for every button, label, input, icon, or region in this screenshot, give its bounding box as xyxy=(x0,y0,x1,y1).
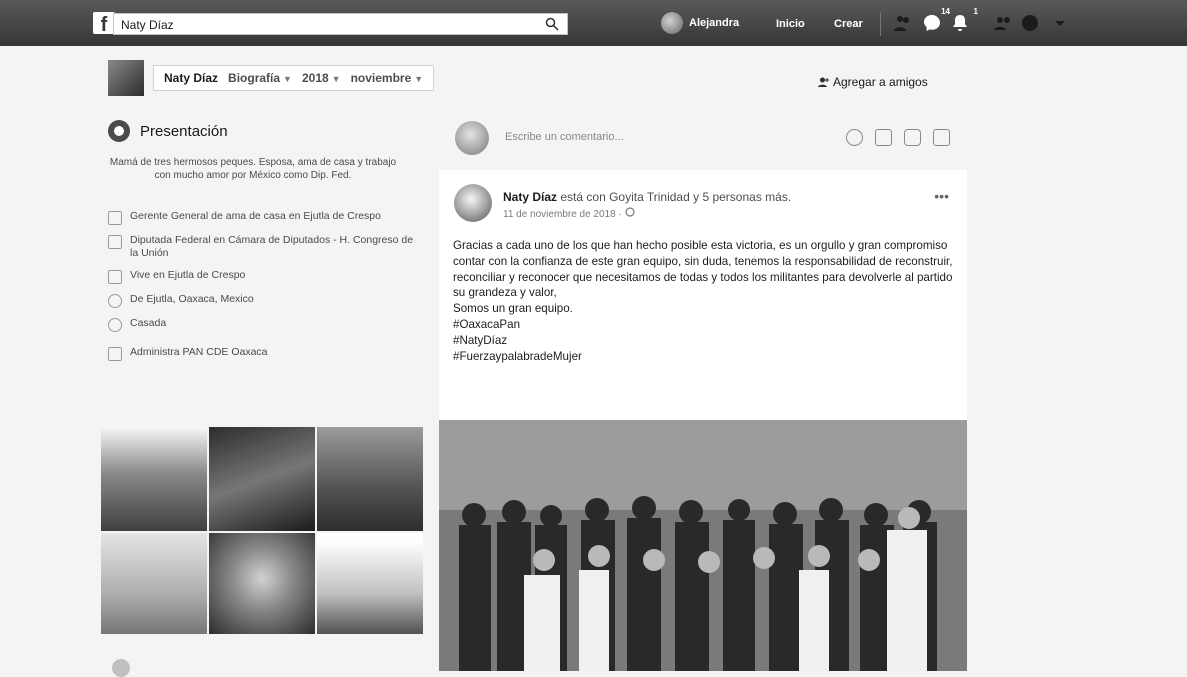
profile-thumbnail[interactable] xyxy=(108,60,144,96)
chevron-down-icon: ▼ xyxy=(331,74,341,84)
intro-item-lives: Vive en Ejutla de Crespo xyxy=(108,269,423,284)
briefcase-icon xyxy=(108,235,122,249)
post-photo[interactable] xyxy=(439,420,967,671)
home-link[interactable]: Inicio xyxy=(776,18,805,30)
chevron-down-icon: ▼ xyxy=(414,74,424,84)
add-friend-icon xyxy=(818,77,829,87)
add-friend-button[interactable]: Agregar a amigos xyxy=(818,75,928,89)
post-paragraph: Gracias a cada uno de los que han hecho … xyxy=(453,239,953,300)
breadcrumb: Naty Díaz Biografía ▼ 2018 ▼ noviembre ▼ xyxy=(153,65,435,91)
intro-item-from: De Ejutla, Oaxaca, Mexico xyxy=(108,293,423,308)
intro-item-work: Diputada Federal en Cámara de Diputados … xyxy=(108,234,423,260)
post-tagged-text[interactable]: está con Goyita Trinidad y 5 personas má… xyxy=(560,190,791,204)
intro-item-text[interactable]: Vive en Ejutla de Crespo xyxy=(130,269,245,284)
facebook-logo[interactable]: f xyxy=(93,12,115,34)
comment-input[interactable]: Escribe un comentario... xyxy=(505,131,624,143)
post-paragraph: Somos un gran equipo. xyxy=(453,302,573,316)
profile-name: Alejandra xyxy=(689,17,740,29)
heart-icon xyxy=(108,318,122,332)
flag-icon xyxy=(108,347,122,361)
post-author-name[interactable]: Naty Díaz xyxy=(503,190,557,204)
hashtag-link[interactable]: #FuerzaypalabradeMujer xyxy=(453,349,953,365)
intro-details-list: Gerente General de ama de casa en Ejutla… xyxy=(108,210,423,361)
search-input[interactable] xyxy=(119,16,533,34)
intro-item-text[interactable]: Gerente General de ama de casa en Ejutla… xyxy=(130,210,381,225)
photo-thumbnail[interactable] xyxy=(317,533,423,634)
notifications-icon[interactable]: 1 xyxy=(950,7,978,33)
year-select-label: 2018 xyxy=(301,71,329,85)
composer-tools xyxy=(846,129,950,146)
avatar xyxy=(455,121,489,155)
breadcrumb-profile-name[interactable]: Naty Díaz xyxy=(164,71,218,85)
photo-thumbnail[interactable] xyxy=(101,533,207,634)
top-navigation-bar: f Alejandra Inicio Crear 14 1 xyxy=(0,0,1187,46)
comment-composer: Escribe un comentario... xyxy=(455,117,960,159)
intro-item-text[interactable]: De Ejutla, Oaxaca, Mexico xyxy=(130,293,254,308)
intro-title: Presentación xyxy=(140,122,228,140)
intro-header: Presentación xyxy=(108,120,423,142)
section-icon xyxy=(112,659,130,677)
month-select-label: noviembre xyxy=(350,71,412,85)
globe-icon xyxy=(108,120,130,142)
intro-item-manages: Administra PAN CDE Oaxaca xyxy=(108,346,423,361)
friend-requests-icon[interactable] xyxy=(893,13,913,33)
create-link[interactable]: Crear xyxy=(834,18,863,30)
post-card: Naty Díaz está con Goyita Trinidad y 5 p… xyxy=(439,170,967,671)
intro-item-text[interactable]: Diputada Federal en Cámara de Diputados … xyxy=(130,234,423,260)
post-author-line: Naty Díaz está con Goyita Trinidad y 5 p… xyxy=(503,190,791,204)
hashtag-link[interactable]: #OaxacaPan xyxy=(453,317,953,333)
emoji-icon[interactable] xyxy=(846,129,863,146)
home-icon xyxy=(108,270,122,284)
search-icon[interactable] xyxy=(545,17,559,31)
search-box[interactable] xyxy=(113,13,568,35)
month-select[interactable]: noviembre ▼ xyxy=(351,71,424,85)
photo-thumbnail[interactable] xyxy=(209,533,315,634)
gif-icon[interactable] xyxy=(904,129,921,146)
photo-thumbnail[interactable] xyxy=(317,427,423,531)
post-timestamp[interactable]: 11 de noviembre de 2018 · xyxy=(503,207,635,220)
sticker-icon[interactable] xyxy=(933,129,950,146)
find-friends-icon[interactable] xyxy=(994,13,1014,33)
intro-card: Presentación Mamá de tres hermosos peque… xyxy=(108,120,423,377)
profile-link[interactable]: Alejandra xyxy=(661,12,739,34)
timeline-navigation: Naty Díaz Biografía ▼ 2018 ▼ noviembre ▼ Ag… xyxy=(108,60,968,98)
intro-item-work: Gerente General de ama de casa en Ejutla… xyxy=(108,210,423,225)
more-options-button[interactable]: ••• xyxy=(934,188,949,204)
photo-thumbnail[interactable] xyxy=(101,427,207,531)
messenger-badge: 14 xyxy=(941,7,950,16)
intro-item-text: Casada xyxy=(130,317,167,329)
intro-item-text[interactable]: Administra PAN CDE Oaxaca xyxy=(130,346,268,361)
breadcrumb-section[interactable]: Biografía ▼ xyxy=(228,71,292,85)
avatar[interactable] xyxy=(454,184,492,222)
location-icon xyxy=(108,294,122,308)
chevron-down-icon[interactable] xyxy=(1050,13,1070,33)
add-friend-label: Agregar a amigos xyxy=(833,75,928,89)
hashtag-link[interactable]: #NatyDíaz xyxy=(453,333,953,349)
avatar xyxy=(661,12,683,34)
briefcase-icon xyxy=(108,211,122,225)
help-icon[interactable] xyxy=(1020,13,1040,33)
nav-divider xyxy=(880,12,881,36)
bio-text: Mamá de tres hermosos peques. Esposa, am… xyxy=(109,157,397,181)
chevron-down-icon: ▼ xyxy=(283,74,292,84)
camera-icon[interactable] xyxy=(875,129,892,146)
post-date: 11 de noviembre de 2018 · xyxy=(503,209,622,220)
breadcrumb-section-label: Biografía xyxy=(228,71,281,85)
globe-icon xyxy=(624,207,635,217)
photo-thumbnail[interactable] xyxy=(209,427,315,531)
notifications-badge: 1 xyxy=(973,7,978,16)
post-text: Gracias a cada uno de los que han hecho … xyxy=(453,238,953,364)
year-select[interactable]: 2018 ▼ xyxy=(302,71,341,85)
messenger-icon[interactable]: 14 xyxy=(922,7,950,33)
intro-item-relationship: Casada xyxy=(108,317,423,332)
photo-grid xyxy=(101,427,423,634)
